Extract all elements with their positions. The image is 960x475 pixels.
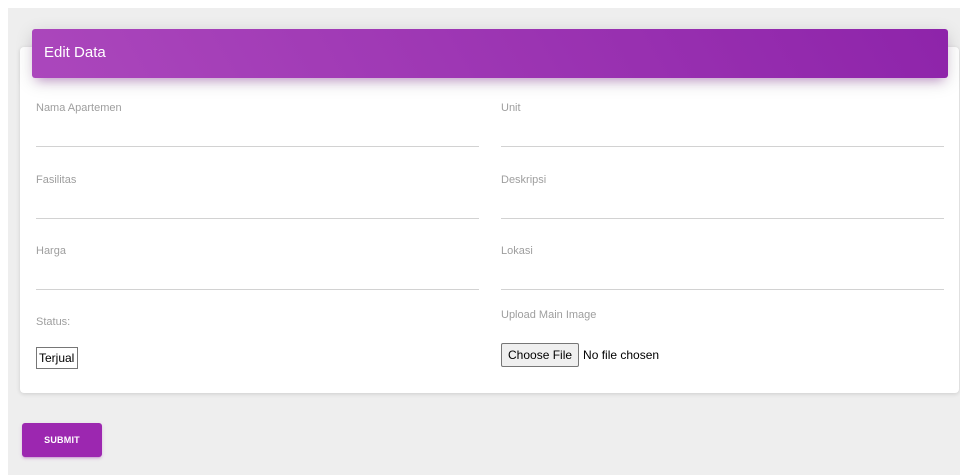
card-header: Edit Data	[32, 29, 948, 78]
nama-apartemen-label: Nama Apartemen	[36, 102, 122, 114]
fasilitas-label: Fasilitas	[36, 174, 77, 186]
submit-button[interactable]: SUBMIT	[22, 423, 102, 457]
choose-file-button[interactable]: Choose File	[501, 343, 580, 367]
status-label: Status:	[36, 316, 71, 328]
deskripsi-field: Deskripsi	[501, 174, 944, 224]
deskripsi-label: Deskripsi	[501, 174, 547, 186]
harga-label: Harga	[36, 245, 66, 257]
file-input: Choose File No file chosen	[501, 343, 659, 367]
upload-main-image-label: Upload Main Image	[501, 309, 597, 321]
nama-apartemen-field: Nama Apartemen	[36, 102, 479, 152]
card-title: Edit Data	[44, 44, 106, 61]
lokasi-field: Lokasi	[501, 245, 944, 295]
nama-apartemen-input[interactable]	[36, 120, 479, 147]
unit-input[interactable]	[501, 120, 944, 147]
unit-field: Unit	[501, 102, 944, 152]
status-select[interactable]: Terjual	[36, 347, 78, 369]
unit-label: Unit	[501, 102, 521, 114]
page: Edit Data Nama Apartemen Unit Fasilitas …	[0, 0, 960, 475]
harga-field: Harga	[36, 245, 479, 295]
deskripsi-input[interactable]	[501, 192, 944, 219]
lokasi-label: Lokasi	[501, 245, 533, 257]
file-status-text: No file chosen	[583, 348, 660, 362]
lokasi-input[interactable]	[501, 263, 944, 290]
fasilitas-input[interactable]	[36, 192, 479, 219]
harga-input[interactable]	[36, 263, 479, 290]
fasilitas-field: Fasilitas	[36, 174, 479, 224]
